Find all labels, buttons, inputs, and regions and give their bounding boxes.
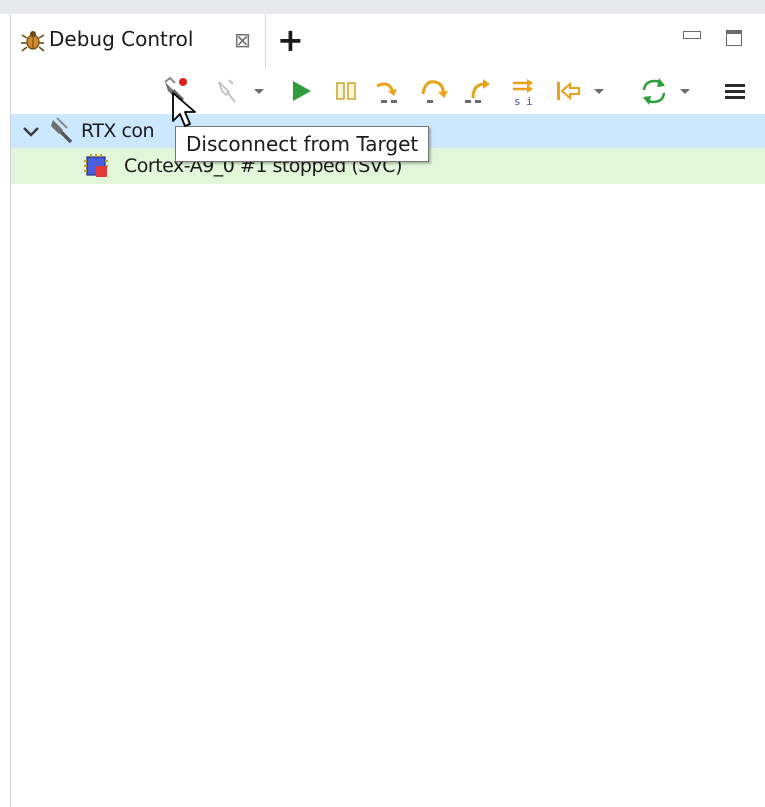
dropdown-arrow-icon[interactable]	[675, 74, 695, 108]
step-over-icon[interactable]	[417, 74, 451, 108]
svg-text:i: i	[526, 95, 533, 108]
bug-icon	[19, 28, 45, 54]
step-out-icon[interactable]	[461, 74, 495, 108]
step-instruction-icon[interactable]: s i	[505, 74, 539, 108]
minimize-icon[interactable]	[683, 31, 701, 39]
debug-toolbar: s i	[11, 68, 765, 114]
tooltip-disconnect: Disconnect from Target	[175, 126, 430, 162]
svg-text:s: s	[514, 95, 521, 108]
refresh-icon[interactable]	[637, 74, 671, 108]
new-tab-button[interactable]: +	[277, 22, 304, 58]
mouse-cursor-icon	[171, 91, 201, 131]
tab-debug-control[interactable]: Debug Control ⊠	[11, 14, 266, 68]
close-icon[interactable]: ⊠	[234, 28, 251, 52]
tab-title: Debug Control	[49, 27, 194, 51]
interrupt-icon[interactable]	[329, 74, 363, 108]
step-into-icon[interactable]	[371, 74, 405, 108]
reverse-debug-icon[interactable]	[551, 74, 585, 108]
tab-bar: Debug Control ⊠ +	[11, 14, 765, 68]
view-menu-icon[interactable]	[719, 74, 753, 108]
workbench-strip	[0, 0, 765, 14]
debug-control-view: Debug Control ⊠ + s i RTX con Cortex-A9_…	[0, 0, 765, 807]
chevron-down-icon[interactable]	[21, 121, 41, 145]
connection-plug-icon	[47, 116, 75, 148]
connect-to-target-icon[interactable]	[211, 74, 245, 108]
maximize-icon[interactable]	[726, 30, 742, 46]
continue-icon[interactable]	[285, 74, 319, 108]
dropdown-arrow-icon[interactable]	[589, 74, 609, 108]
cpu-core-icon	[83, 153, 109, 183]
dropdown-arrow-icon[interactable]	[249, 74, 269, 108]
connection-label: RTX con	[81, 120, 155, 142]
